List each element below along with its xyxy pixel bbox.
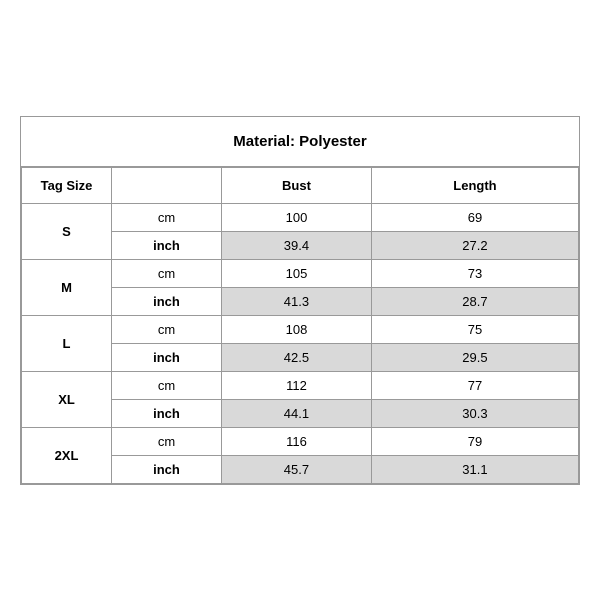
chart-title: Material: Polyester (21, 117, 579, 167)
tag-size-cell: L (22, 315, 112, 371)
bust-inch: 45.7 (222, 455, 372, 483)
unit-cell-cm: cm (112, 371, 222, 399)
bust-cm: 116 (222, 427, 372, 455)
length-inch: 27.2 (371, 231, 578, 259)
unit-cell-cm: cm (112, 315, 222, 343)
length-cm: 75 (371, 315, 578, 343)
length-inch: 30.3 (371, 399, 578, 427)
header-unit (112, 167, 222, 203)
table-row: Scm10069 (22, 203, 579, 231)
bust-inch: 41.3 (222, 287, 372, 315)
table-row: Lcm10875 (22, 315, 579, 343)
bust-cm: 105 (222, 259, 372, 287)
bust-inch: 39.4 (222, 231, 372, 259)
length-cm: 73 (371, 259, 578, 287)
bust-cm: 112 (222, 371, 372, 399)
tag-size-cell: S (22, 203, 112, 259)
length-cm: 79 (371, 427, 578, 455)
table-row: XLcm11277 (22, 371, 579, 399)
bust-inch: 42.5 (222, 343, 372, 371)
bust-inch: 44.1 (222, 399, 372, 427)
table-header: Tag Size Bust Length (22, 167, 579, 203)
unit-cell-inch: inch (112, 455, 222, 483)
unit-cell-cm: cm (112, 427, 222, 455)
bust-cm: 108 (222, 315, 372, 343)
length-cm: 69 (371, 203, 578, 231)
length-cm: 77 (371, 371, 578, 399)
unit-cell-cm: cm (112, 203, 222, 231)
size-chart: Material: Polyester Tag Size Bust Length… (20, 116, 580, 485)
length-inch: 29.5 (371, 343, 578, 371)
tag-size-cell: XL (22, 371, 112, 427)
header-tag-size: Tag Size (22, 167, 112, 203)
table-row: 2XLcm11679 (22, 427, 579, 455)
header-bust: Bust (222, 167, 372, 203)
length-inch: 31.1 (371, 455, 578, 483)
tag-size-cell: M (22, 259, 112, 315)
unit-cell-inch: inch (112, 287, 222, 315)
length-inch: 28.7 (371, 287, 578, 315)
bust-cm: 100 (222, 203, 372, 231)
unit-cell-inch: inch (112, 343, 222, 371)
unit-cell-cm: cm (112, 259, 222, 287)
size-table: Tag Size Bust Length Scm10069inch39.427.… (21, 167, 579, 484)
unit-cell-inch: inch (112, 231, 222, 259)
table-row: Mcm10573 (22, 259, 579, 287)
tag-size-cell: 2XL (22, 427, 112, 483)
unit-cell-inch: inch (112, 399, 222, 427)
header-length: Length (371, 167, 578, 203)
